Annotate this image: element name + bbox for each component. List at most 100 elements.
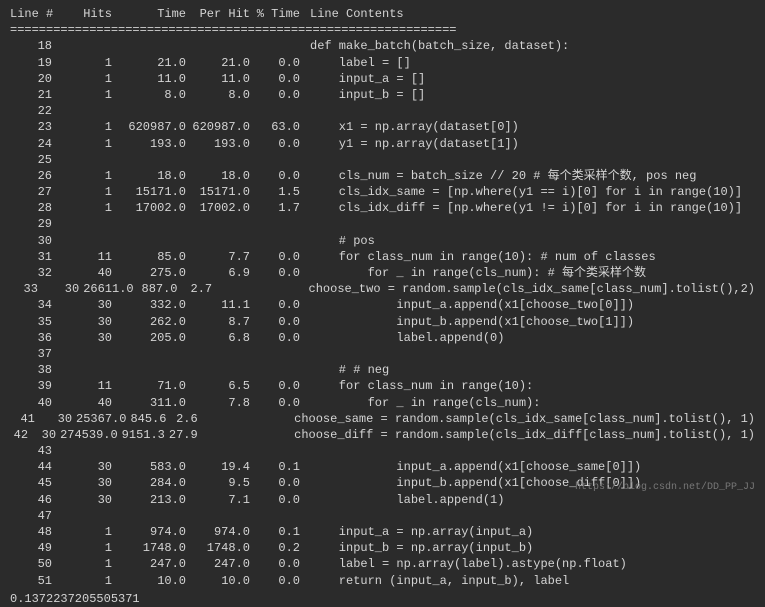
cell-pct: 0.1 bbox=[254, 524, 310, 540]
cell-pct: 0.2 bbox=[254, 540, 310, 556]
col-header-hits: Hits bbox=[56, 6, 116, 22]
profiler-row: 3430332.011.10.0 input_a.append(x1[choos… bbox=[10, 297, 755, 313]
cell-time: 620987.0 bbox=[116, 119, 190, 135]
cell-perhit: 9151.3 bbox=[122, 427, 169, 443]
profiler-row: 3530262.08.70.0 input_b.append(x1[choose… bbox=[10, 314, 755, 330]
cell-code: x1 = np.array(dataset[0]) bbox=[310, 119, 755, 135]
cell-perhit: 19.4 bbox=[190, 459, 254, 475]
cell-line: 51 bbox=[10, 573, 56, 589]
watermark: https://blog.csdn.net/DD_PP_JJ bbox=[575, 481, 755, 495]
cell-code: cls_idx_same = [np.where(y1 == i)[0] for… bbox=[310, 184, 755, 200]
cell-pct: 0.0 bbox=[254, 168, 310, 184]
cell-pct: 0.0 bbox=[254, 573, 310, 589]
cell-hits: 1 bbox=[56, 168, 116, 184]
cell-hits: 11 bbox=[56, 249, 116, 265]
cell-code bbox=[310, 152, 755, 168]
cell-line: 21 bbox=[10, 87, 56, 103]
cell-hits bbox=[56, 103, 116, 119]
cell-pct: 1.7 bbox=[254, 200, 310, 216]
cell-time: 11.0 bbox=[116, 71, 190, 87]
cell-pct: 0.0 bbox=[254, 55, 310, 71]
cell-hits bbox=[56, 508, 116, 524]
cell-line: 28 bbox=[10, 200, 56, 216]
cell-hits: 30 bbox=[56, 330, 116, 346]
cell-perhit: 1748.0 bbox=[190, 540, 254, 556]
profiler-header-row: Line # Hits Time Per Hit % Time Line Con… bbox=[10, 6, 755, 22]
cell-time: 21.0 bbox=[116, 55, 190, 71]
cell-code: input_a = np.array(input_a) bbox=[310, 524, 755, 540]
cell-time: 583.0 bbox=[116, 459, 190, 475]
cell-perhit: 11.0 bbox=[190, 71, 254, 87]
cell-pct: 0.0 bbox=[254, 475, 310, 491]
cell-time: 262.0 bbox=[116, 314, 190, 330]
cell-code: input_b.append(x1[choose_two[1]]) bbox=[310, 314, 755, 330]
cell-code: label = np.array(label).astype(np.float) bbox=[310, 556, 755, 572]
cell-pct: 0.0 bbox=[254, 395, 310, 411]
cell-line: 35 bbox=[10, 314, 56, 330]
profiler-row: 231620987.0620987.063.0 x1 = np.array(da… bbox=[10, 119, 755, 135]
cell-line: 23 bbox=[10, 119, 56, 135]
profiler-row: 333026611.0887.02.7 choose_two = random.… bbox=[10, 281, 755, 297]
cell-time: 311.0 bbox=[116, 395, 190, 411]
cell-time: 26611.0 bbox=[83, 281, 137, 297]
cell-line: 29 bbox=[10, 216, 56, 232]
profiler-row: 25 bbox=[10, 152, 755, 168]
cell-time: 193.0 bbox=[116, 136, 190, 152]
cell-pct: 27.9 bbox=[169, 427, 208, 443]
profiler-row: 241193.0193.00.0 y1 = np.array(dataset[1… bbox=[10, 136, 755, 152]
cell-line: 49 bbox=[10, 540, 56, 556]
cell-pct bbox=[254, 103, 310, 119]
cell-code: label.append(0) bbox=[310, 330, 755, 346]
cell-perhit bbox=[190, 38, 254, 54]
cell-line: 32 bbox=[10, 265, 56, 281]
cell-pct: 0.0 bbox=[254, 330, 310, 346]
cell-perhit: 6.5 bbox=[190, 378, 254, 394]
profiler-row: 481974.0974.00.1 input_a = np.array(inpu… bbox=[10, 524, 755, 540]
cell-time: 1748.0 bbox=[116, 540, 190, 556]
cell-line: 27 bbox=[10, 184, 56, 200]
cell-line: 42 bbox=[10, 427, 32, 443]
cell-code: # # neg bbox=[310, 362, 755, 378]
cell-code: cls_idx_diff = [np.where(y1 != i)[0] for… bbox=[310, 200, 755, 216]
cell-time: 275.0 bbox=[116, 265, 190, 281]
cell-time: 85.0 bbox=[116, 249, 190, 265]
profiler-row: 3240275.06.90.0 for _ in range(cls_num):… bbox=[10, 265, 755, 281]
profiler-row: 29 bbox=[10, 216, 755, 232]
cell-perhit: 15171.0 bbox=[190, 184, 254, 200]
cell-perhit: 247.0 bbox=[190, 556, 254, 572]
profiler-row: 413025367.0845.62.6 choose_same = random… bbox=[10, 411, 755, 427]
cell-code: input_a.append(x1[choose_same[0]]) bbox=[310, 459, 755, 475]
cell-perhit: 8.7 bbox=[190, 314, 254, 330]
cell-time: 25367.0 bbox=[76, 411, 130, 427]
profiler-row: 28117002.017002.01.7 cls_idx_diff = [np.… bbox=[10, 200, 755, 216]
cell-time: 205.0 bbox=[116, 330, 190, 346]
cell-pct: 1.5 bbox=[254, 184, 310, 200]
cell-hits bbox=[56, 443, 116, 459]
cell-line: 43 bbox=[10, 443, 56, 459]
profiler-row: 19121.021.00.0 label = [] bbox=[10, 55, 755, 71]
cell-hits: 1 bbox=[56, 556, 116, 572]
cell-time: 274539.0 bbox=[60, 427, 122, 443]
cell-line: 45 bbox=[10, 475, 56, 491]
cell-hits: 1 bbox=[56, 71, 116, 87]
cell-line: 40 bbox=[10, 395, 56, 411]
profiler-row: 4430583.019.40.1 input_a.append(x1[choos… bbox=[10, 459, 755, 475]
col-header-time: Time bbox=[116, 6, 190, 22]
cell-perhit: 9.5 bbox=[190, 475, 254, 491]
cell-hits bbox=[56, 233, 116, 249]
cell-hits: 30 bbox=[32, 427, 60, 443]
cell-pct: 0.0 bbox=[254, 249, 310, 265]
cell-perhit bbox=[190, 103, 254, 119]
cell-hits: 40 bbox=[56, 395, 116, 411]
cell-code: for _ in range(cls_num): # 每个类采样个数 bbox=[310, 265, 755, 281]
cell-line: 25 bbox=[10, 152, 56, 168]
cell-hits: 1 bbox=[56, 184, 116, 200]
cell-code: input_b = [] bbox=[310, 87, 755, 103]
cell-perhit: 17002.0 bbox=[190, 200, 254, 216]
cell-time: 10.0 bbox=[116, 573, 190, 589]
cell-line: 19 bbox=[10, 55, 56, 71]
cell-time bbox=[116, 508, 190, 524]
cell-time: 332.0 bbox=[116, 297, 190, 313]
cell-pct bbox=[254, 38, 310, 54]
profiler-row: 26118.018.00.0 cls_num = batch_size // 2… bbox=[10, 168, 755, 184]
